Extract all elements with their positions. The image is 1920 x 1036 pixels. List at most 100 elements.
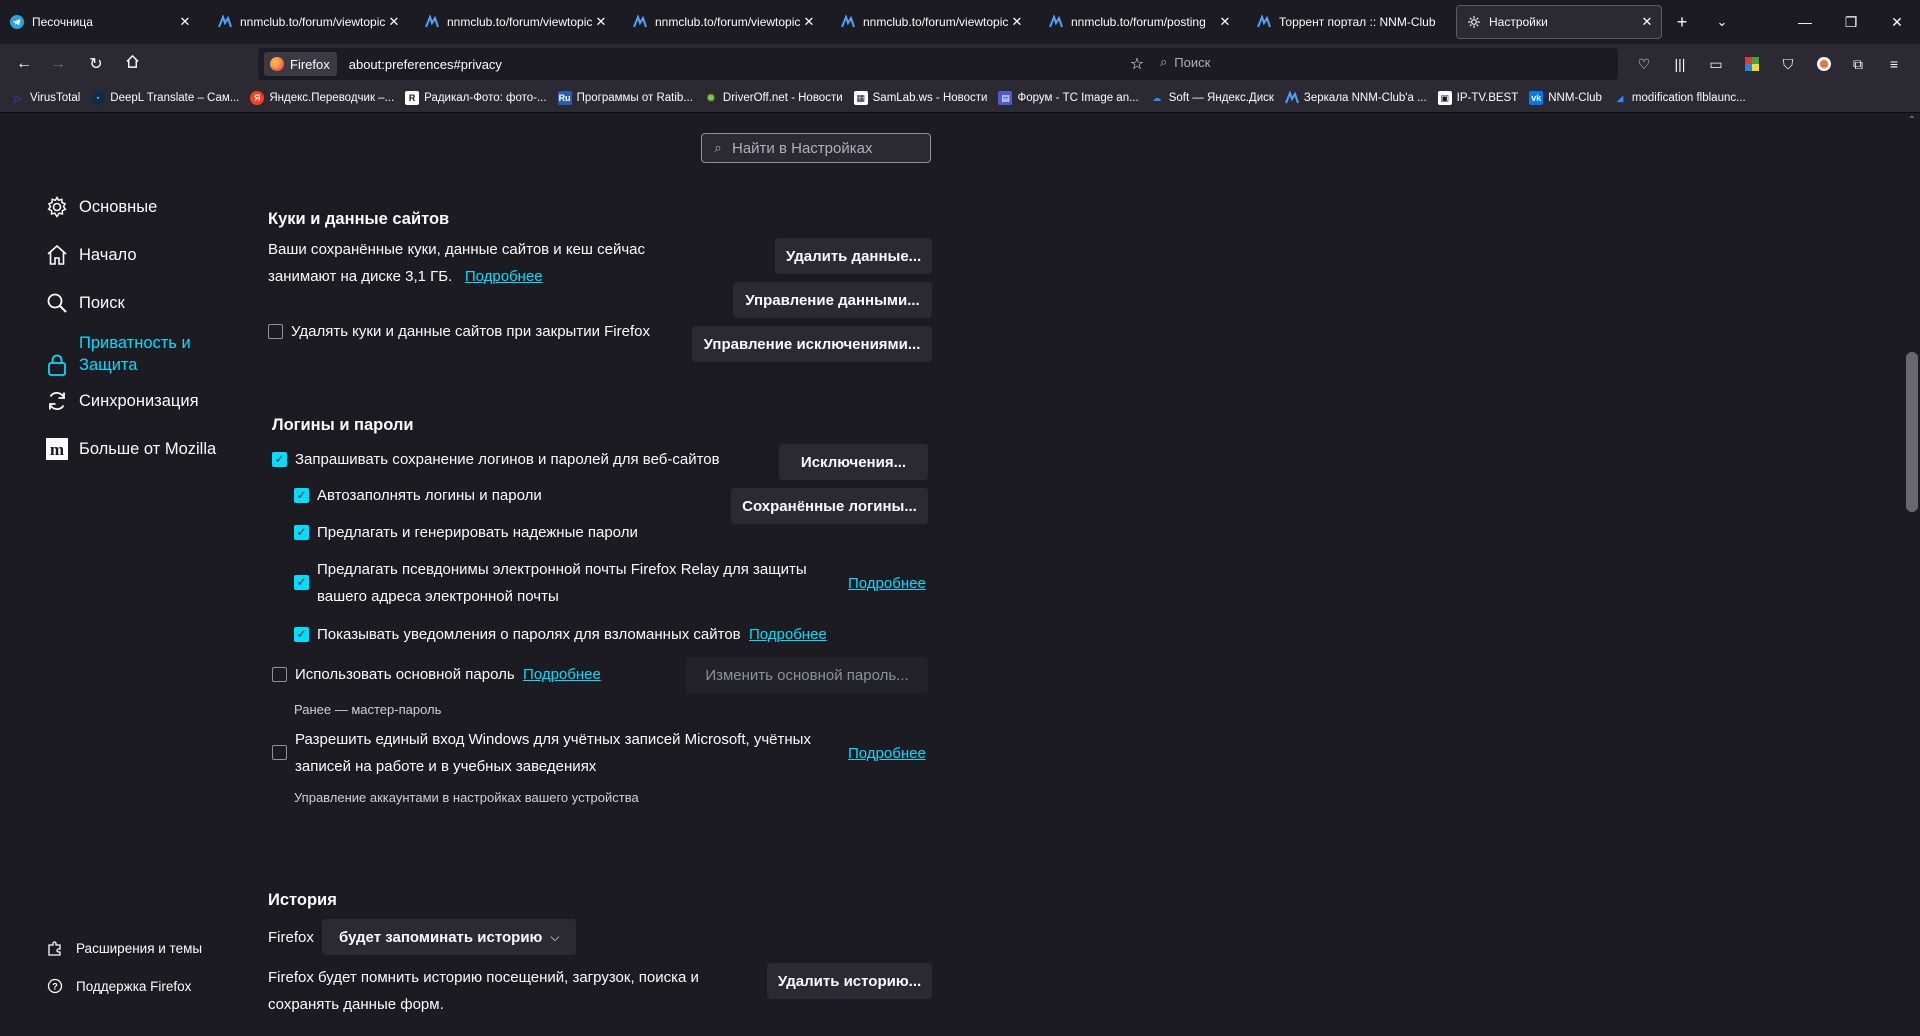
primary-password-checkbox[interactable] [272, 667, 287, 682]
sidebar-item-sync[interactable]: Синхронизация [44, 388, 199, 414]
bookmark-item[interactable]: ▷ VirusTotal [11, 91, 81, 105]
bookmark-item[interactable]: vk NNM-Club [1529, 91, 1602, 105]
clear-data-button[interactable]: Удалить данные... [775, 238, 932, 274]
breach-label: Показывать уведомления о паролях для взл… [317, 626, 741, 643]
saved-logins-button[interactable]: Сохранённые логины... [731, 488, 928, 524]
close-icon[interactable]: ✕ [1009, 14, 1025, 30]
relay-learn-more-link[interactable]: Подробнее [848, 570, 926, 597]
bookmark-item[interactable]: Ru Программы от Ratib... [557, 91, 693, 105]
tab-2[interactable]: nnmclub.to/forum/viewtopic ✕ [208, 5, 408, 39]
clear-history-button[interactable]: Удалить историю... [767, 963, 932, 999]
windows-sso-checkbox[interactable] [272, 745, 287, 760]
sidebar-item-search[interactable]: Поиск [44, 290, 125, 316]
library-icon[interactable]: ||| [1668, 52, 1692, 76]
windows-sso-checkbox-row[interactable]: Разрешить единый вход Windows для учётны… [272, 726, 811, 780]
bookmark-item[interactable]: Зеркала NNM-Club'a ... [1284, 91, 1427, 105]
bookmark-item[interactable]: Я Яндекс.Переводчик –... [250, 91, 394, 105]
bookmark-item[interactable]: ☁ Soft — Яндекс.Диск [1150, 91, 1274, 105]
extension-g-icon[interactable] [1812, 52, 1836, 76]
bookmarks-toolbar: ▷ VirusTotal · DeepL Translate – Сам... ЯЯ… [0, 84, 1920, 113]
tab-title: nnmclub.to/forum/posting [1071, 15, 1206, 29]
close-icon[interactable]: ✕ [801, 14, 817, 30]
generate-checkbox[interactable]: ✓ [294, 525, 309, 540]
ask-save-checkbox[interactable]: ✓ [272, 452, 287, 467]
restore-button[interactable]: ❐ [1828, 0, 1874, 44]
shield-icon[interactable]: ⛉ [1776, 52, 1800, 76]
reload-button[interactable]: ↻ [82, 52, 110, 76]
tab-5[interactable]: nnmclub.to/forum/viewtopic ✕ [831, 5, 1031, 39]
search-bar[interactable]: ⌕ Поиск [1160, 54, 1210, 70]
settings-search-input[interactable] [730, 138, 924, 158]
sidebar-icon[interactable]: ▭ [1704, 52, 1728, 76]
tab-6[interactable]: nnmclub.to/forum/posting ✕ [1039, 5, 1239, 39]
close-icon[interactable]: ✕ [1639, 14, 1655, 30]
ask-save-checkbox-row[interactable]: ✓ Запрашивать сохранение логинов и парол… [272, 446, 720, 473]
autofill-checkbox[interactable]: ✓ [294, 488, 309, 503]
bookmark-item[interactable]: ✹ DriverOff.net - Новости [704, 91, 843, 105]
bookmark-item[interactable]: ▣ IP-TV.BEST [1437, 91, 1518, 105]
scroll-up-icon[interactable]: ⌃ [1908, 115, 1916, 126]
breach-learn-more-link[interactable]: Подробнее [749, 621, 827, 648]
menu-icon[interactable]: ≡ [1882, 52, 1906, 76]
bookmark-item[interactable]: · DeepL Translate – Сам... [91, 91, 239, 105]
sidebar-item-privacy[interactable]: Приватность и Защита [44, 330, 204, 378]
new-tab-button[interactable]: + [1670, 10, 1694, 34]
cookies-learn-more-link[interactable]: Подробнее [465, 268, 543, 285]
sidebar-footer-addons[interactable]: Расширения и темы [46, 939, 202, 957]
sidebar-item-home[interactable]: Начало [44, 242, 137, 268]
windows-sso-learn-more-link[interactable]: Подробнее [848, 740, 926, 767]
tab-settings[interactable]: Настройки ✕ [1456, 5, 1662, 39]
close-icon[interactable]: ✕ [177, 14, 193, 30]
relay-checkbox[interactable]: ✓ [294, 575, 309, 590]
relay-checkbox-row[interactable]: ✓ Предлагать псевдонимы электронной почт… [294, 556, 807, 610]
bookmark-item[interactable]: ◢ modification flblaunc... [1613, 91, 1745, 105]
change-primary-password-button[interactable]: Изменить основной пароль... [686, 657, 928, 693]
extension-colorful-icon[interactable] [1740, 52, 1764, 76]
home-button[interactable] [118, 52, 146, 76]
breach-checkbox-row[interactable]: ✓ Показывать уведомления о паролях для в… [294, 621, 827, 648]
primary-password-learn-more-link[interactable]: Подробнее [523, 661, 601, 688]
close-window-button[interactable]: ✕ [1874, 0, 1920, 44]
close-icon[interactable]: ✕ [593, 14, 609, 30]
pocket-icon[interactable]: ♡ [1632, 52, 1656, 76]
breach-checkbox[interactable]: ✓ [294, 627, 309, 642]
bookmark-item[interactable]: ▦ SamLab.ws - Новости [853, 91, 987, 105]
sidebar-footer-support[interactable]: ? Поддержка Firefox [46, 977, 191, 995]
bookmark-item[interactable]: ▤ Форум - TC Image an... [998, 91, 1139, 105]
identity-box[interactable]: Firefox [264, 52, 337, 76]
url-bar[interactable]: Firefox about:preferences#privacy ☆ [258, 48, 1618, 80]
history-mode-dropdown[interactable]: будет запоминать историю ⌵ [322, 919, 577, 955]
close-icon[interactable]: ✕ [386, 14, 402, 30]
extensions-puzzle-icon[interactable]: ⧉ [1846, 52, 1870, 76]
tab-7[interactable]: Торрент портал :: NNM-Club [1247, 5, 1447, 39]
close-icon[interactable]: ✕ [1217, 14, 1233, 30]
settings-search[interactable]: ⌕ [701, 133, 931, 163]
generate-checkbox-row[interactable]: ✓ Предлагать и генерировать надежные пар… [294, 519, 638, 546]
scrollbar-thumb[interactable] [1906, 352, 1918, 512]
search-icon: ⌕ [1160, 54, 1168, 69]
url-text[interactable]: about:preferences#privacy [349, 57, 502, 72]
forward-button[interactable]: → [44, 52, 72, 76]
back-button[interactable]: ← [10, 52, 38, 76]
bookmark-star-icon[interactable]: ☆ [1126, 53, 1148, 75]
tab-3[interactable]: nnmclub.to/forum/viewtopic ✕ [415, 5, 615, 39]
sidebar-item-mozilla[interactable]: m Больше от Mozilla [44, 436, 216, 462]
scrollbar[interactable] [1904, 113, 1920, 1036]
tab-strip: Песочница ✕ nnmclub.to/forum/viewtopic ✕… [0, 0, 1920, 44]
bookmark-item[interactable]: R Радикал-Фото: фото-... [405, 91, 547, 105]
tab-1[interactable]: Песочница ✕ [0, 5, 199, 39]
cookies-description: Ваши сохранённые куки, данные сайтов и к… [268, 236, 645, 290]
delete-on-close-checkbox-row[interactable]: Удалять куки и данные сайтов при закрыти… [268, 318, 650, 345]
autofill-checkbox-row[interactable]: ✓ Автозаполнять логины и пароли [294, 482, 542, 509]
delete-on-close-checkbox[interactable] [268, 324, 283, 339]
logins-exceptions-button[interactable]: Исключения... [779, 444, 928, 480]
bookmark-label: NNM-Club [1548, 92, 1602, 104]
list-all-tabs-button[interactable]: ⌄ [1710, 10, 1734, 34]
manage-data-button[interactable]: Управление данными... [733, 282, 932, 318]
tab-4[interactable]: nnmclub.to/forum/viewtopic ✕ [623, 5, 823, 39]
virustotal-icon: ▷ [14, 92, 22, 103]
manage-exceptions-button[interactable]: Управление исключениями... [692, 326, 932, 362]
primary-password-checkbox-row[interactable]: Использовать основной пароль Подробнее [272, 661, 601, 688]
sidebar-item-general[interactable]: Основные [44, 194, 157, 220]
minimize-button[interactable]: — [1782, 0, 1828, 44]
